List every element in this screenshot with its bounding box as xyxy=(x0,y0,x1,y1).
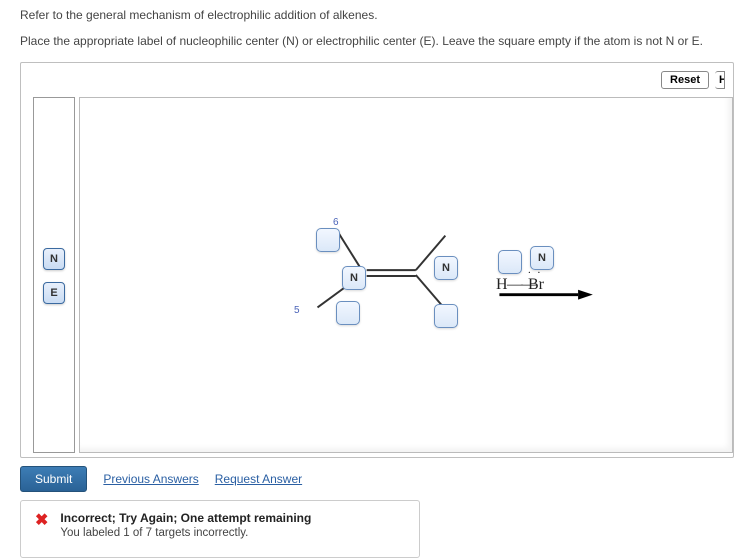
hbr-h: H xyxy=(496,276,508,294)
atom-label-5: 5 xyxy=(294,305,300,316)
drop-slot-4[interactable] xyxy=(336,301,360,325)
drop-slot-1[interactable] xyxy=(434,304,458,328)
feedback-subtext: You labeled 1 of 7 targets incorrectly. xyxy=(60,527,311,539)
label-palette: N E xyxy=(33,97,75,453)
palette-tile-e[interactable]: E xyxy=(43,282,65,304)
drop-slot-hbr-right[interactable]: N xyxy=(530,246,554,270)
palette-tile-n[interactable]: N xyxy=(43,248,65,270)
molecule-diagram xyxy=(80,98,732,452)
workspace: Reset H N E 6 xyxy=(20,62,734,458)
help-button[interactable]: H xyxy=(715,71,725,89)
reset-button[interactable]: Reset xyxy=(661,71,709,89)
instruction-line-2: Place the appropriate label of nucleophi… xyxy=(20,34,734,48)
feedback-title: Incorrect; Try Again; One attempt remain… xyxy=(60,511,311,525)
drop-slot-3[interactable]: N xyxy=(342,266,366,290)
drop-slot-2[interactable]: N xyxy=(434,256,458,280)
request-answer-link[interactable]: Request Answer xyxy=(215,472,302,486)
submit-button[interactable]: Submit xyxy=(20,466,87,492)
drawing-canvas[interactable]: 6 5 4 1 H —— Br . . N N N xyxy=(79,97,733,453)
drop-slot-6[interactable] xyxy=(316,228,340,252)
atom-label-6: 6 xyxy=(333,217,339,228)
feedback-box: ✖ Incorrect; Try Again; One attempt rema… xyxy=(20,500,420,558)
drop-slot-hbr-left[interactable] xyxy=(498,250,522,274)
instruction-line-1: Refer to the general mechanism of electr… xyxy=(20,8,734,22)
incorrect-icon: ✖ xyxy=(35,513,48,529)
hbr-br: Br xyxy=(528,276,544,294)
previous-answers-link[interactable]: Previous Answers xyxy=(103,472,198,486)
